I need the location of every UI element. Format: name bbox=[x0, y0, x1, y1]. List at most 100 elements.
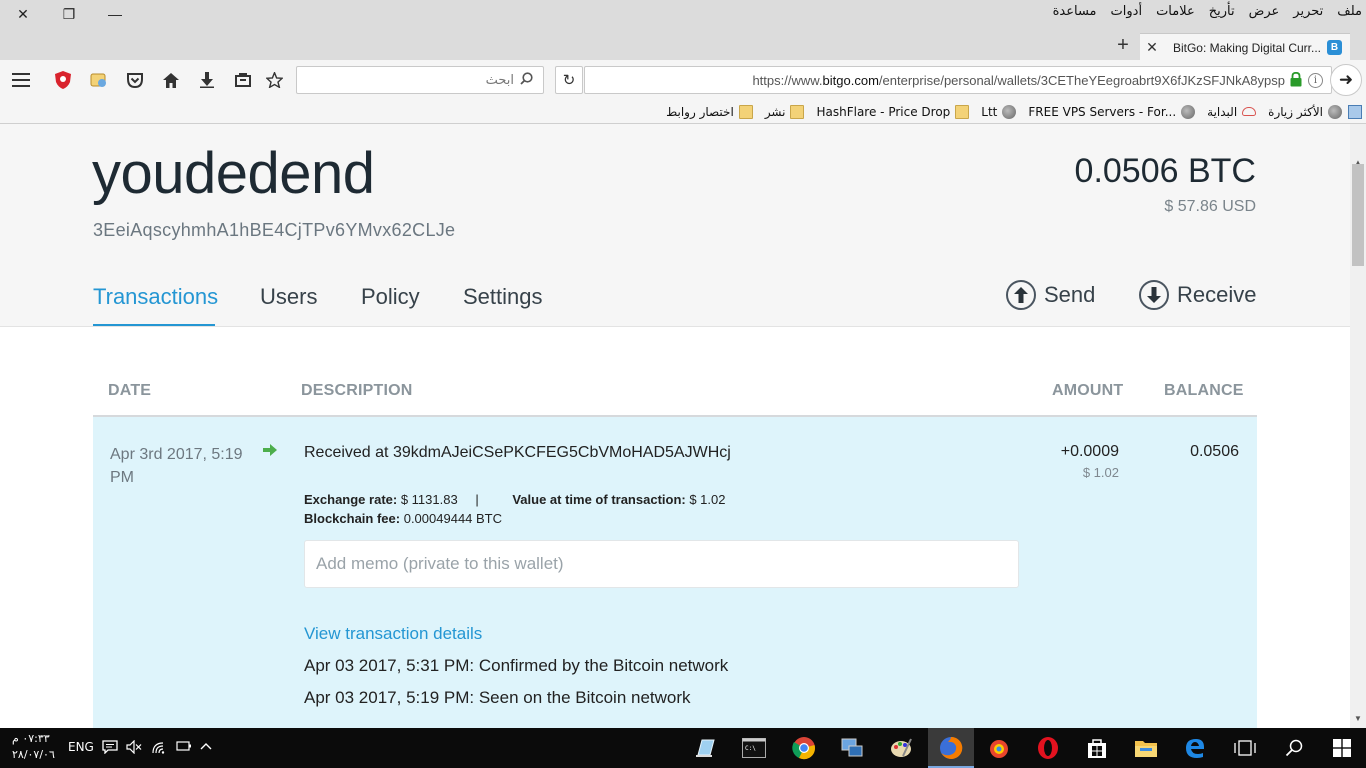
column-header-amount[interactable]: AMOUNT bbox=[1052, 382, 1123, 400]
folder-icon bbox=[790, 104, 805, 119]
bookmark-ltt[interactable]: Ltt bbox=[981, 104, 1017, 119]
transaction-amount-usd: $ 1.02 bbox=[1082, 465, 1119, 480]
tab-policy[interactable]: Policy bbox=[361, 284, 420, 310]
bookmark-short-links[interactable]: اختصار روابط bbox=[666, 104, 753, 119]
go-forward-button[interactable]: ➜ bbox=[1330, 64, 1362, 96]
paint-app-icon[interactable] bbox=[887, 734, 915, 762]
reload-button[interactable]: ↻ bbox=[555, 66, 583, 94]
globe-icon bbox=[1181, 104, 1196, 119]
blockchain-fee-value: 0.00049444 BTC bbox=[403, 511, 503, 526]
menu-edit[interactable]: تحرير bbox=[1286, 4, 1330, 19]
menu-bookmarks[interactable]: علامات bbox=[1149, 4, 1202, 19]
battery-icon[interactable] bbox=[176, 740, 192, 755]
taskbar-clock[interactable]: ٠٧:٣٣ م ٢٨/٠٧/٠٦ bbox=[12, 731, 55, 763]
reload-icon: ↻ bbox=[562, 72, 576, 89]
file-explorer-app-icon[interactable] bbox=[1132, 734, 1160, 762]
bookmarks-picture-icon[interactable] bbox=[1348, 104, 1362, 119]
chrome-app-icon[interactable] bbox=[790, 734, 818, 762]
page-scrollbar[interactable]: ▲ ▼ bbox=[1350, 124, 1366, 728]
column-header-date[interactable]: DATE bbox=[108, 382, 151, 400]
language-indicator[interactable]: ENG bbox=[68, 740, 94, 754]
column-header-balance[interactable]: BALANCE bbox=[1164, 382, 1244, 400]
new-tab-button[interactable]: + bbox=[1112, 35, 1134, 57]
window-close-button[interactable]: ✕ bbox=[0, 0, 46, 28]
secure-lock-icon[interactable] bbox=[1290, 71, 1304, 88]
search-icon bbox=[520, 71, 533, 89]
view-transaction-details-link[interactable]: View transaction details bbox=[304, 624, 482, 644]
bookmarks-toolbar: الأكثر زيارة البداية FREE VPS Servers - … bbox=[0, 100, 1366, 124]
menu-view[interactable]: عرض bbox=[1242, 4, 1287, 19]
wallet-name: youdedend bbox=[92, 141, 375, 206]
network-app-icon[interactable] bbox=[838, 734, 866, 762]
globe-icon bbox=[1002, 104, 1017, 119]
edge-app-icon[interactable] bbox=[1181, 734, 1209, 762]
bookmark-star-icon[interactable] bbox=[264, 70, 284, 90]
url-path: /enterprise/personal/wallets/3CETheYEegr… bbox=[878, 72, 1285, 88]
wallet-balance-btc: 0.0506 BTC bbox=[1074, 152, 1256, 190]
download-icon[interactable] bbox=[197, 70, 217, 90]
cmd-app-icon[interactable]: C:\ bbox=[740, 734, 768, 762]
menu-tools[interactable]: أدوات bbox=[1104, 4, 1150, 19]
opera-app-icon[interactable] bbox=[1034, 734, 1062, 762]
tab-settings[interactable]: Settings bbox=[463, 284, 543, 310]
scroll-thumb[interactable] bbox=[1352, 164, 1364, 266]
addon-icon[interactable] bbox=[89, 70, 109, 90]
menu-help[interactable]: مساعدة bbox=[1046, 4, 1104, 19]
bookmark-free-vps[interactable]: FREE VPS Servers - For... bbox=[1028, 104, 1196, 119]
value-at-time-label: Value at time of transaction: bbox=[512, 492, 686, 507]
search-taskbar-icon[interactable] bbox=[1280, 734, 1308, 762]
show-hidden-icons-icon[interactable] bbox=[200, 740, 212, 754]
memo-input[interactable]: Add memo (private to this wallet) bbox=[304, 540, 1019, 588]
bookmark-most-visited[interactable]: الأكثر زيارة bbox=[1268, 104, 1342, 119]
folder-icon bbox=[738, 104, 753, 119]
bookmark-hashflare[interactable]: HashFlare - Price Drop bbox=[816, 104, 970, 119]
wifi-icon[interactable] bbox=[152, 740, 168, 757]
wallet-header: youdedend 3EeiAqscyhmhA1hBE4CjTPv6YMvx62… bbox=[0, 124, 1350, 327]
browser-titlebar: ✕ ❐ — ملف تحرير عرض تأريخ علامات أدوات م… bbox=[0, 0, 1366, 61]
bookmark-label: Ltt bbox=[981, 104, 998, 119]
tab-close-icon[interactable]: ✕ bbox=[1140, 39, 1164, 56]
pocket-icon[interactable] bbox=[125, 70, 145, 90]
transaction-row[interactable]: Apr 3rd 2017, 5:19 PM Received at 39kdmA… bbox=[93, 417, 1257, 728]
hamburger-menu-icon[interactable] bbox=[11, 70, 31, 90]
tab-users[interactable]: Users bbox=[260, 284, 317, 310]
window-restore-button[interactable]: ❐ bbox=[46, 0, 92, 28]
menu-file[interactable]: ملف bbox=[1330, 4, 1366, 19]
firefox-app-icon[interactable] bbox=[937, 734, 965, 762]
store-app-icon[interactable] bbox=[1083, 734, 1111, 762]
incoming-arrow-icon bbox=[263, 443, 277, 459]
tab-transactions[interactable]: Transactions bbox=[93, 284, 218, 310]
transaction-balance: 0.0506 bbox=[1190, 443, 1239, 460]
search-input[interactable]: ابحث bbox=[296, 66, 544, 94]
bookmark-publish[interactable]: نشر bbox=[764, 104, 805, 119]
scroll-down-icon[interactable]: ▼ bbox=[1350, 714, 1366, 724]
bookmark-start[interactable]: البداية bbox=[1207, 104, 1257, 119]
volume-muted-icon[interactable] bbox=[126, 739, 142, 757]
clock-date: ٢٨/٠٧/٠٦ bbox=[12, 748, 55, 761]
bookmark-label: اختصار روابط bbox=[666, 104, 734, 119]
send-button[interactable]: Send bbox=[1006, 280, 1095, 310]
bookmark-label: FREE VPS Servers - For... bbox=[1028, 104, 1177, 119]
library-icon[interactable] bbox=[233, 70, 253, 90]
home-icon[interactable] bbox=[161, 70, 181, 90]
notification-icon[interactable] bbox=[102, 740, 118, 757]
browser-app-icon[interactable] bbox=[985, 734, 1013, 762]
search-placeholder: ابحث bbox=[485, 72, 514, 88]
bookmark-label: نشر bbox=[764, 104, 786, 119]
notepad-app-icon[interactable] bbox=[691, 734, 719, 762]
browser-tab[interactable]: ✕ BitGo: Making Digital Curr... B bbox=[1140, 33, 1350, 61]
site-info-icon[interactable]: i bbox=[1308, 73, 1323, 88]
column-header-description[interactable]: DESCRIPTION bbox=[301, 382, 413, 400]
wallet-balance-usd: $ 57.86 USD bbox=[1164, 198, 1256, 215]
url-bar[interactable]: https://www. bitgo.com/enterprise/persona… bbox=[584, 66, 1332, 94]
memo-placeholder: Add memo (private to this wallet) bbox=[316, 554, 564, 573]
menu-history[interactable]: تأريخ bbox=[1202, 4, 1242, 19]
receive-button[interactable]: Receive bbox=[1139, 280, 1256, 310]
window-minimize-button[interactable]: — bbox=[92, 0, 138, 28]
bookmark-label: البداية bbox=[1207, 104, 1238, 119]
cloud-icon bbox=[1242, 107, 1257, 116]
windows-start-icon[interactable] bbox=[1328, 734, 1356, 762]
windows-taskbar: ٠٧:٣٣ م ٢٨/٠٧/٠٦ ENG C:\ bbox=[0, 728, 1366, 768]
task-view-icon[interactable] bbox=[1231, 734, 1259, 762]
shield-addon-icon[interactable] bbox=[53, 70, 73, 90]
